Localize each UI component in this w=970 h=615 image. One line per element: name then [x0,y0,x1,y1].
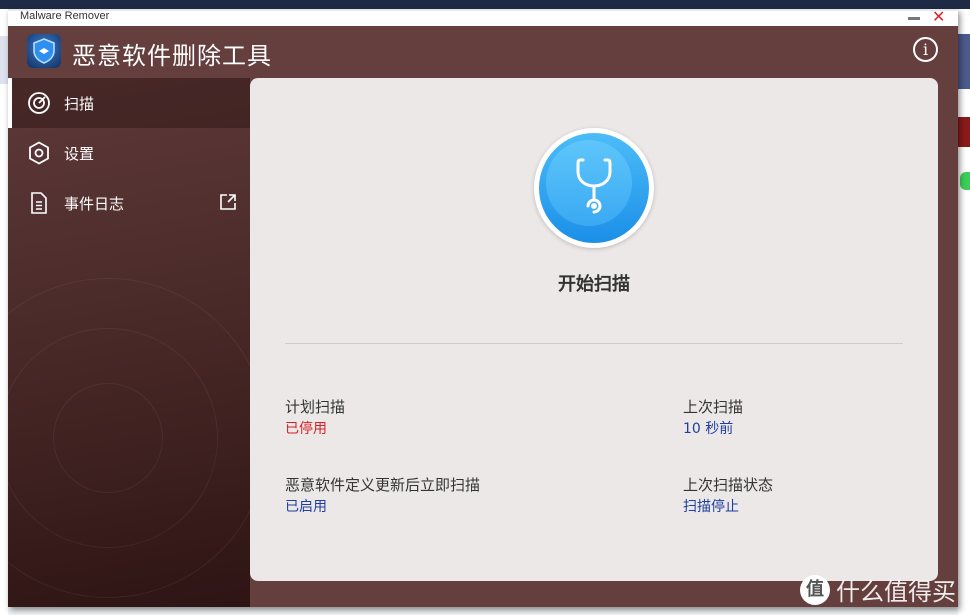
sidebar-item-settings[interactable]: 设置 [8,128,250,178]
window-title: Malware Remover [20,10,110,22]
decorative-ring [53,383,163,493]
scan-after-update-label: 恶意软件定义更新后立即扫描 [285,476,481,494]
background-window-left [0,9,8,615]
divider [285,343,903,344]
watermark-text: 什么值得买 [836,578,956,606]
sidebar-item-label: 扫描 [64,94,95,113]
desktop-top-strip [0,0,970,9]
sidebar-item-label: 设置 [64,144,95,163]
malware-remover-window: Malware Remover ✕ 恶意软件删除工具 i 扫描 设置 事件日志 [8,8,958,607]
sidebar-item-scan[interactable]: 扫描 [8,78,250,128]
scan-after-update-info: 恶意软件定义更新后立即扫描 已启用 [285,474,480,516]
start-scan-label[interactable]: 开始扫描 [250,270,938,296]
document-icon [31,192,47,214]
scan-panel: 开始扫描 计划扫描 已停用 恶意软件定义更新后立即扫描 已启用 上次扫描 10 … [250,78,938,581]
last-scan-info: 上次扫描 10 秒前 [683,396,743,438]
sidebar-item-label: 事件日志 [64,194,125,213]
last-scan-value: 10 秒前 [683,421,734,437]
app-logo-icon [27,34,61,68]
sidebar-item-event-log[interactable]: 事件日志 [8,178,250,228]
sidebar: 扫描 设置 事件日志 [8,78,250,607]
background-window-right [958,9,970,615]
start-scan-button[interactable] [534,128,654,248]
stethoscope-icon [576,158,612,214]
title-bar: Malware Remover ✕ [8,8,958,26]
scheduled-scan-info: 计划扫描 已停用 [285,396,345,438]
last-scan-label: 上次扫描 [683,398,744,416]
minimize-button[interactable] [908,17,920,20]
last-scan-status-value: 扫描停止 [683,499,739,515]
watermark: 值 什么值得买 [800,572,956,607]
gear-icon [29,141,49,165]
app-header: 恶意软件删除工具 i [8,26,958,78]
radar-icon [28,92,50,114]
external-link-icon[interactable] [219,193,237,211]
scan-after-update-value: 已启用 [285,499,327,515]
close-button[interactable]: ✕ [932,8,945,26]
last-scan-status-info: 上次扫描状态 扫描停止 [683,474,773,516]
scheduled-scan-value: 已停用 [285,421,327,437]
app-title: 恶意软件删除工具 [72,42,272,70]
info-button[interactable]: i [913,37,938,62]
scheduled-scan-label: 计划扫描 [285,398,346,416]
last-scan-status-label: 上次扫描状态 [683,476,774,494]
watermark-logo: 值 [800,574,830,605]
